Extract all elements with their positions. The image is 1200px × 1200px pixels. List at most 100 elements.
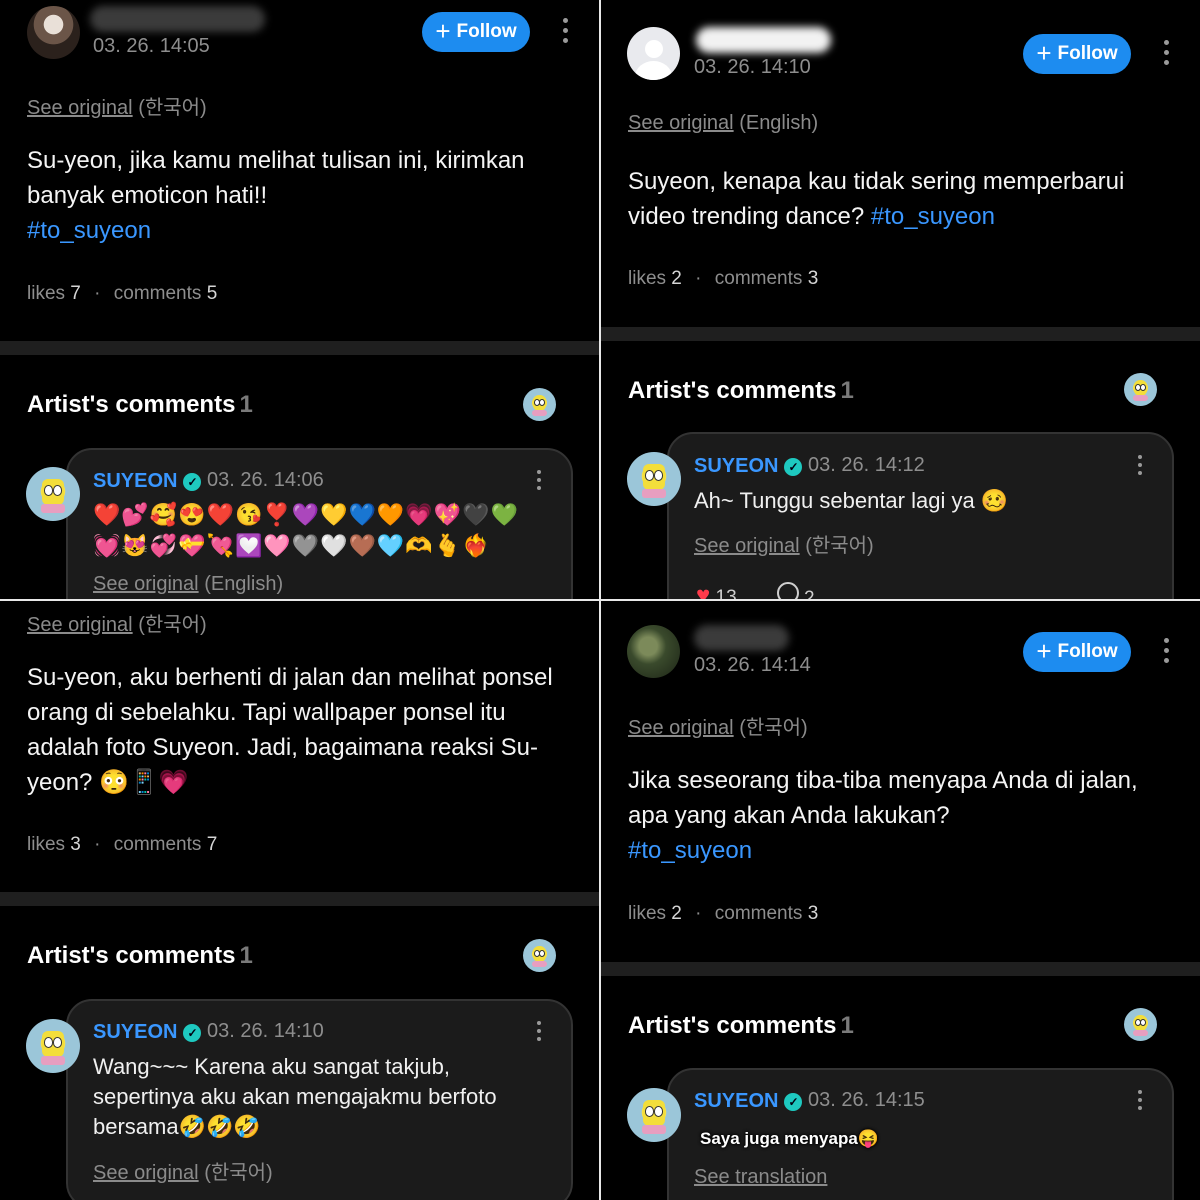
artist-comments-label: Artist's comments (628, 377, 837, 404)
see-original-link[interactable]: See original (93, 573, 199, 595)
follow-button[interactable]: + Follow (1023, 632, 1131, 672)
see-original-link[interactable]: See original (27, 97, 133, 119)
plus-icon: + (435, 16, 451, 46)
see-original-link[interactable]: See original (27, 614, 133, 636)
artist-avatar-small[interactable] (1124, 373, 1157, 406)
hashtag-link[interactable]: #to_suyeon (628, 837, 752, 864)
artist-name[interactable]: SUYEON ✓ (694, 455, 803, 478)
artist-comments-count: 1 (239, 942, 253, 969)
comment-see-original: See original (한국어) (93, 1156, 273, 1185)
artist-name-text: SUYEON (694, 1090, 779, 1112)
see-original-link[interactable]: See original (628, 717, 734, 739)
see-original: See original (한국어) (628, 711, 808, 740)
plus-icon: + (1036, 636, 1052, 666)
artist-name-text: SUYEON (93, 1021, 178, 1043)
verified-badge-icon: ✓ (183, 1023, 202, 1042)
author-name-blurred (694, 625, 789, 651)
follow-label: Follow (456, 21, 517, 42)
heart-count: 13 (715, 587, 737, 599)
see-original-lang: (한국어) (739, 717, 808, 739)
artist-avatar[interactable] (26, 467, 80, 521)
see-original-lang: (한국어) (204, 1162, 273, 1184)
likes-label: likes (27, 834, 66, 855)
post-panel-4: 03. 26. 14:14 + Follow See original (한국어… (601, 601, 1200, 1200)
follow-button[interactable]: + Follow (1023, 34, 1131, 74)
reply-reaction[interactable]: 2 (776, 582, 815, 599)
comments-count: 3 (807, 268, 819, 289)
post-panel-2: 03. 26. 14:10 + Follow See original (Eng… (601, 0, 1200, 599)
more-vertical-icon[interactable] (560, 18, 570, 48)
post-stats: likes 2 · comments 3 (628, 268, 818, 290)
comment-timestamp: 03. 26. 14:15 (808, 1089, 925, 1111)
author-avatar[interactable] (627, 27, 680, 80)
artist-comments-count: 1 (840, 377, 854, 404)
see-original-link[interactable]: See original (694, 535, 800, 557)
post-timestamp: 03. 26. 14:14 (694, 654, 811, 676)
more-vertical-icon[interactable] (534, 470, 544, 494)
post-panel-1: 03. 26. 14:05 + Follow See original (한국어… (0, 0, 599, 599)
comments-label: comments (714, 903, 803, 924)
comment-text: Wang~~~ Karena aku sangat takjub, sepert… (93, 1054, 497, 1139)
post-stats: likes 2 · comments 3 (628, 903, 818, 925)
artist-comments-label: Artist's comments (27, 391, 236, 418)
comment-see-original: See original (한국어) (694, 529, 874, 558)
author-avatar[interactable] (627, 625, 680, 678)
plus-icon: + (1036, 38, 1052, 68)
comment-timestamp: 03. 26. 14:06 (207, 469, 324, 491)
follow-button[interactable]: + Follow (422, 12, 530, 52)
see-original-lang: (한국어) (805, 535, 874, 557)
post-body: Su-yeon, jika kamu melihat tulisan ini, … (27, 143, 567, 248)
artist-name[interactable]: SUYEON ✓ (93, 470, 202, 493)
artist-name[interactable]: SUYEON ✓ (93, 1021, 202, 1044)
see-original-lang: (English) (739, 112, 819, 134)
see-original-lang: (English) (204, 573, 284, 595)
post-panel-3: See original (한국어) Su-yeon, aku berhenti… (0, 601, 599, 1200)
separator-dot: · (695, 903, 702, 924)
artist-avatar[interactable] (26, 1019, 80, 1073)
see-translation: See translation (694, 1166, 827, 1189)
likes-label: likes (628, 903, 667, 924)
comments-label: comments (714, 268, 803, 289)
more-vertical-icon[interactable] (1161, 40, 1171, 70)
author-name-blurred (90, 6, 265, 32)
separator-dot: · (94, 834, 101, 855)
artist-avatar-small[interactable] (523, 388, 556, 421)
reply-count: 2 (803, 588, 815, 599)
comment-icon (776, 582, 799, 599)
artist-comments-label: Artist's comments (27, 942, 236, 969)
artist-avatar[interactable] (627, 452, 681, 506)
emoji-line-1: ❤️💕🥰😍❤️😘❣️💜💛💙🧡💗💖🖤💚 (93, 502, 519, 527)
more-vertical-icon[interactable] (1135, 455, 1145, 479)
more-vertical-icon[interactable] (534, 1021, 544, 1045)
artist-avatar-small[interactable] (523, 939, 556, 972)
see-original-link[interactable]: See original (93, 1162, 199, 1184)
post-body: Jika seseorang tiba-tiba menyapa Anda di… (628, 763, 1173, 868)
see-original-lang: (한국어) (138, 97, 207, 119)
hashtag-link[interactable]: #to_suyeon (27, 217, 151, 244)
comment-timestamp: 03. 26. 14:10 (207, 1020, 324, 1042)
author-avatar[interactable] (27, 6, 80, 59)
artist-avatar[interactable] (627, 1088, 681, 1142)
hashtag-link[interactable]: #to_suyeon (871, 203, 995, 230)
likes-count: 2 (671, 268, 682, 289)
post-timestamp: 03. 26. 14:05 (93, 35, 210, 57)
more-vertical-icon[interactable] (1135, 1090, 1145, 1114)
see-original: See original (English) (628, 112, 818, 135)
author-name-blurred (696, 27, 831, 53)
post-text: Su-yeon, aku berhenti di jalan dan melih… (27, 664, 553, 796)
artist-comments-label: Artist's comments (628, 1012, 837, 1039)
artist-name[interactable]: SUYEON ✓ (694, 1090, 803, 1113)
comments-label: comments (113, 834, 202, 855)
more-vertical-icon[interactable] (1161, 638, 1171, 668)
see-original-link[interactable]: See original (628, 112, 734, 134)
section-divider (601, 962, 1200, 976)
post-timestamp: 03. 26. 14:10 (694, 56, 811, 78)
like-reaction[interactable]: ♥ 13 (696, 582, 737, 599)
see-translation-link[interactable]: See translation (694, 1166, 827, 1188)
verified-badge-icon: ✓ (784, 1092, 803, 1111)
artist-avatar-small[interactable] (1124, 1008, 1157, 1041)
likes-count: 3 (70, 834, 81, 855)
section-divider (601, 327, 1200, 341)
likes-label: likes (27, 283, 66, 304)
comments-label: comments (113, 283, 202, 304)
